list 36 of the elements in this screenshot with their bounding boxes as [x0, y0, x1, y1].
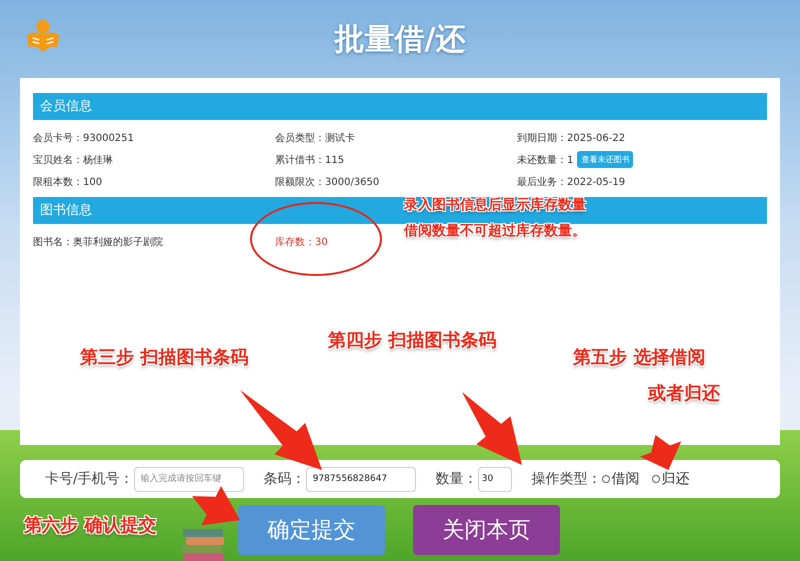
field-label: 操作类型： — [532, 470, 602, 488]
info-field: 限额限次：3000/3650 — [275, 174, 380, 188]
annotation-text: 或者归还 — [646, 382, 720, 406]
quantity-field[interactable]: 30 — [478, 466, 512, 492]
info-field: 宝贝姓名：杨佳琳 — [33, 152, 113, 166]
annotation-text: 第六步 确认提交 — [24, 514, 156, 538]
field-label: 条码： — [264, 470, 306, 488]
annotation-text: 第四步 扫描图书条码 — [328, 329, 496, 353]
info-field: 累计借书：115 — [275, 152, 344, 166]
radio-circle[interactable] — [652, 475, 660, 483]
operation-radio[interactable]: 归还 — [652, 470, 690, 488]
annotation-text: 录入图书信息后显示库存数量 — [404, 196, 586, 215]
info-field: 到期日期：2025-06-22 — [517, 130, 626, 144]
page-title: 批量借/还 — [334, 20, 466, 58]
field-label: 卡号/手机号： — [45, 470, 134, 488]
info-field: 会员卡号：93000251 — [33, 130, 134, 144]
book-field: 图书名：奥菲利娅的影子剧院 — [33, 234, 163, 248]
annotation-text: 第五步 选择借阅 — [573, 346, 706, 370]
annotation-text: 借阅数量不可超过库存数量。 — [404, 222, 586, 241]
operation-radio[interactable]: 借阅 — [602, 470, 640, 488]
field-label: 数量： — [436, 470, 478, 488]
arrow-icon — [240, 390, 322, 470]
arrow-icon — [462, 392, 522, 465]
info-field: 最后业务：2022-05-19 — [517, 174, 626, 188]
stock-count: 库存数：30 — [275, 236, 328, 248]
section-header: 会员信息 — [33, 93, 767, 120]
info-field: 限租本数：100 — [33, 174, 102, 188]
close-button[interactable]: 关闭本页 — [413, 505, 560, 555]
arrow-icon — [192, 486, 240, 526]
arrow-icon — [640, 435, 681, 470]
barcode-field[interactable]: 9787556828647 — [306, 466, 416, 492]
card-number-field[interactable]: 输入完成请按回车键 — [134, 466, 244, 492]
info-field: 会员类型：测试卡 — [275, 130, 355, 144]
radio-circle[interactable] — [602, 475, 610, 483]
info-field: 未还数量：1 — [517, 152, 574, 166]
annotation-text: 第三步 扫描图书条码 — [80, 346, 248, 370]
